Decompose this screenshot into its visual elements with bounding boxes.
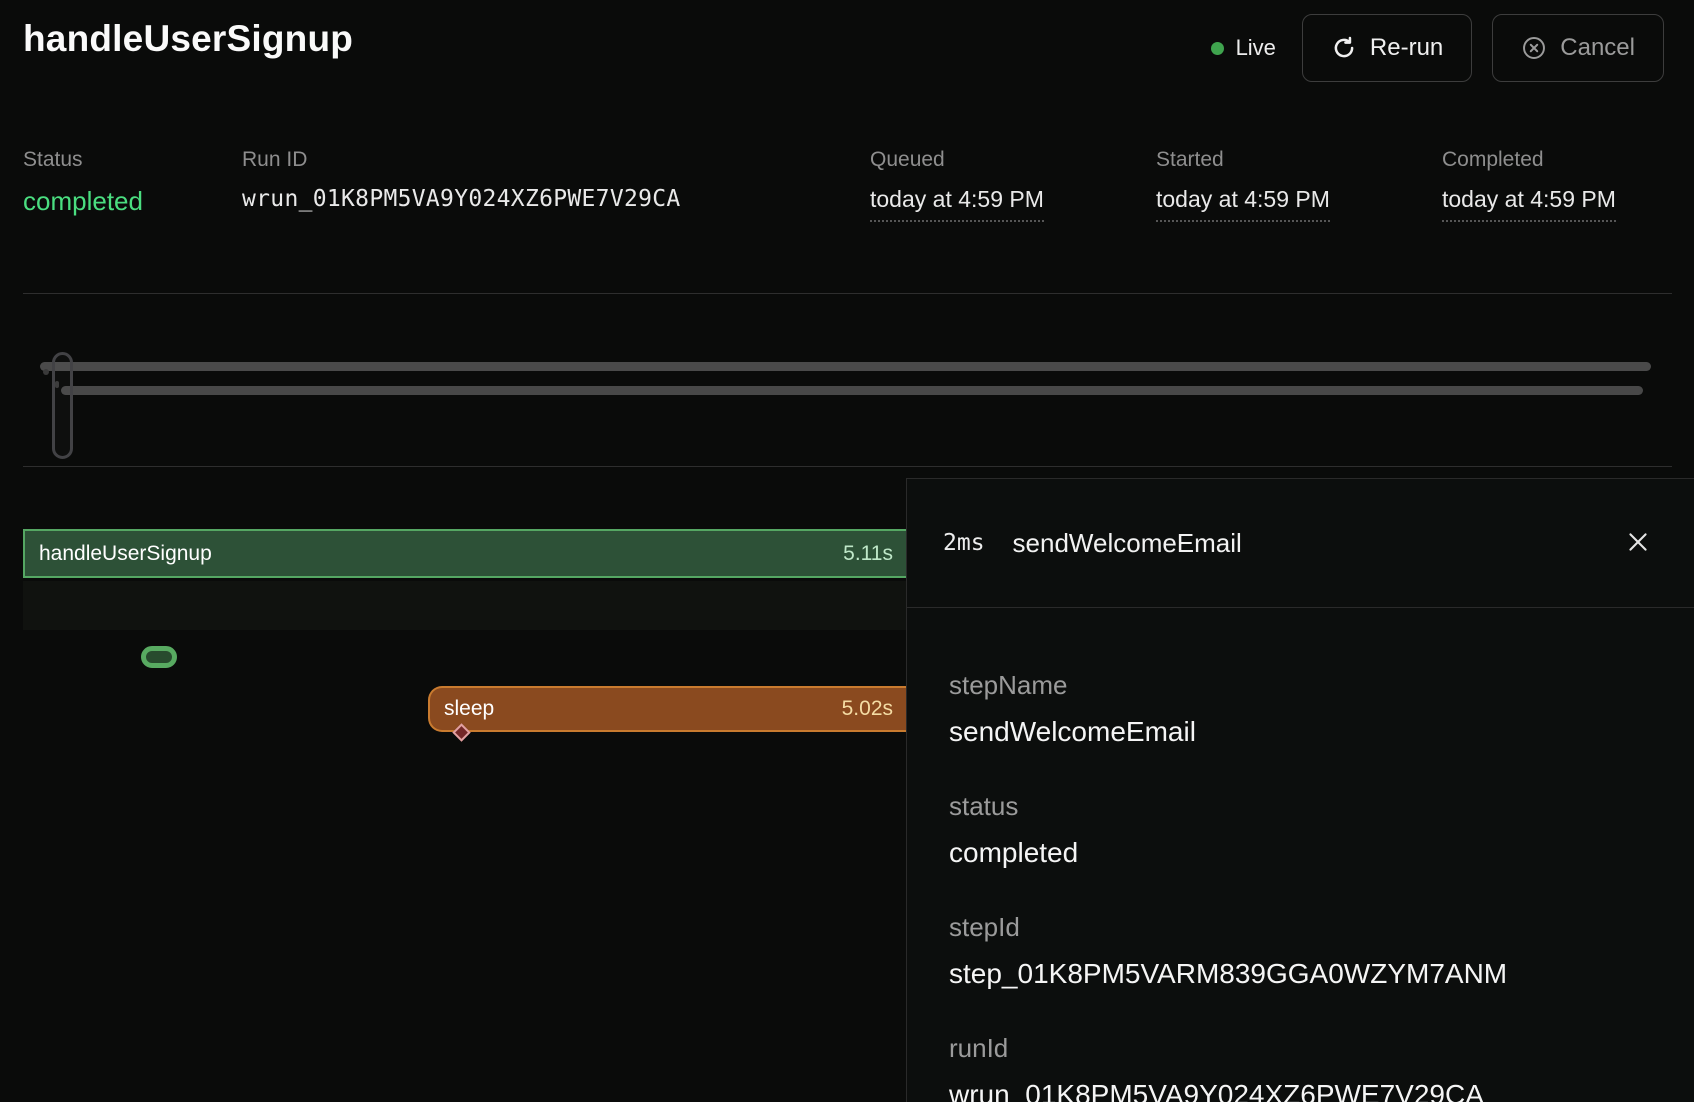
refresh-icon [1331, 35, 1357, 61]
bar-duration: 5.02s [842, 697, 906, 721]
meta-queued: Queued today at 4:59 PM [870, 148, 945, 172]
field-stepName: stepName sendWelcomeEmail [949, 670, 1654, 748]
cancel-circle-icon [1521, 35, 1547, 61]
close-button[interactable] [1616, 521, 1660, 565]
timeline-bar-sendWelcomeEmail[interactable] [141, 646, 177, 668]
field-label: stepId [949, 912, 1654, 943]
step-title: sendWelcomeEmail [1013, 528, 1616, 559]
meta-queued-label: Queued [870, 148, 945, 172]
run-id-value: wrun_01K8PM5VA9Y024XZ6PWE7V29CA [242, 186, 681, 212]
workflow-run-page: handleUserSignup Live Re-run [0, 0, 1694, 1102]
meta-started-label: Started [1156, 148, 1224, 172]
field-value: wrun_01K8PM5VA9Y024XZ6PWE7V29CA [949, 1079, 1654, 1102]
live-dot-icon [1211, 42, 1224, 55]
minimap-bar-handleUserSignup [40, 362, 1651, 371]
page-title: handleUserSignup [23, 18, 353, 60]
field-label: stepName [949, 670, 1654, 701]
field-label: status [949, 791, 1654, 822]
minimap-step-dot [43, 369, 49, 375]
timeline-row-highlight [23, 581, 906, 630]
field-value: sendWelcomeEmail [949, 716, 1654, 748]
bar-duration: 5.11s [843, 542, 906, 566]
meta-status: Status completed [23, 148, 83, 172]
top-bar-actions: Live Re-run Cancel [1211, 14, 1664, 82]
meta-run-id-label: Run ID [242, 148, 307, 172]
minimap-zoom-handle[interactable] [52, 352, 73, 459]
step-detail-panel: 2ms sendWelcomeEmail stepName sendWelcom… [906, 478, 1694, 1102]
live-indicator[interactable]: Live [1211, 35, 1276, 61]
step-duration: 2ms [943, 530, 985, 556]
bar-label: handleUserSignup [25, 542, 212, 566]
divider [23, 466, 1672, 467]
field-value: completed [949, 837, 1654, 869]
field-label: runId [949, 1033, 1654, 1064]
divider [23, 293, 1672, 294]
meta-started: Started today at 4:59 PM [1156, 148, 1224, 172]
timeline-bar-handleUserSignup[interactable]: handleUserSignup 5.11s [23, 529, 906, 578]
minimap-bar-sleep [61, 386, 1643, 395]
timeline-bar-sleep[interactable]: sleep 5.02s [428, 686, 906, 732]
meta-completed: Completed today at 4:59 PM [1442, 148, 1544, 172]
meta-status-label: Status [23, 148, 83, 172]
status-badge: completed [23, 186, 143, 217]
cancel-button[interactable]: Cancel [1492, 14, 1664, 82]
field-runId: runId wrun_01K8PM5VA9Y024XZ6PWE7V29CA [949, 1033, 1654, 1102]
top-bar: handleUserSignup Live Re-run [0, 0, 1694, 100]
field-value: step_01K8PM5VARM839GGA0WZYM7ANM [949, 958, 1654, 990]
field-stepId: stepId step_01K8PM5VARM839GGA0WZYM7ANM [949, 912, 1654, 990]
rerun-button[interactable]: Re-run [1302, 14, 1472, 82]
rerun-label: Re-run [1370, 34, 1443, 62]
cancel-label: Cancel [1560, 34, 1635, 62]
close-x-icon [1624, 528, 1652, 559]
step-detail-header: 2ms sendWelcomeEmail [907, 479, 1694, 608]
live-label: Live [1236, 35, 1276, 61]
completed-time: today at 4:59 PM [1442, 186, 1616, 222]
field-status: status completed [949, 791, 1654, 869]
run-metadata: Status completed Run ID wrun_01K8PM5VA9Y… [0, 148, 1694, 238]
meta-run-id: Run ID wrun_01K8PM5VA9Y024XZ6PWE7V29CA [242, 148, 307, 172]
step-detail-body: stepName sendWelcomeEmail status complet… [907, 608, 1694, 1102]
bar-label: sleep [430, 697, 494, 721]
started-time: today at 4:59 PM [1156, 186, 1330, 222]
queued-time: today at 4:59 PM [870, 186, 1044, 222]
meta-completed-label: Completed [1442, 148, 1544, 172]
